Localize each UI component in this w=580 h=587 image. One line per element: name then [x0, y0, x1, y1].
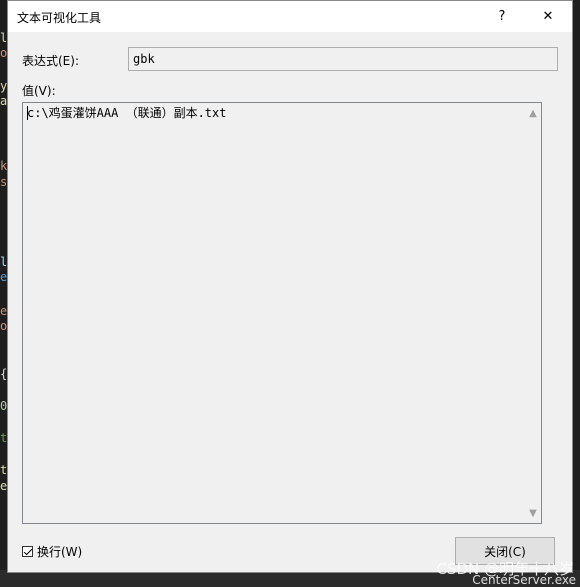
value-textarea[interactable]: c:\鸡蛋灌饼AAA （联通）副本.txt ▲ ▼ — [22, 102, 542, 524]
value-label: 值(V): — [22, 84, 56, 98]
wrap-checkbox[interactable] — [22, 546, 33, 557]
close-icon: ✕ — [542, 9, 554, 24]
help-icon: ? — [498, 9, 506, 24]
title-bar[interactable]: 文本可视化工具 ? ✕ — [8, 1, 572, 32]
text-visualizer-dialog: 文本可视化工具 ? ✕ 表达式(E): gbk 值(V): c:\鸡蛋灌饼AAA… — [7, 0, 573, 573]
scroll-up-icon[interactable]: ▲ — [525, 105, 541, 121]
expression-label: 表达式(E): — [22, 54, 79, 68]
window-close-button[interactable]: ✕ — [526, 1, 570, 32]
expression-field[interactable]: gbk — [128, 47, 558, 71]
text-caret — [27, 106, 28, 120]
value-text: c:\鸡蛋灌饼AAA （联通）副本.txt — [27, 106, 227, 120]
window-title: 文本可视化工具 — [17, 11, 102, 25]
wrap-checkbox-group[interactable]: 换行(W) — [22, 543, 82, 560]
vertical-scrollbar[interactable]: ▲ ▼ — [525, 103, 541, 523]
watermark: CSDN @明年十八岁 — [436, 560, 574, 578]
wrap-label[interactable]: 换行(W) — [37, 543, 82, 560]
scroll-down-icon[interactable]: ▼ — [525, 505, 541, 521]
help-button[interactable]: ? — [480, 1, 524, 32]
